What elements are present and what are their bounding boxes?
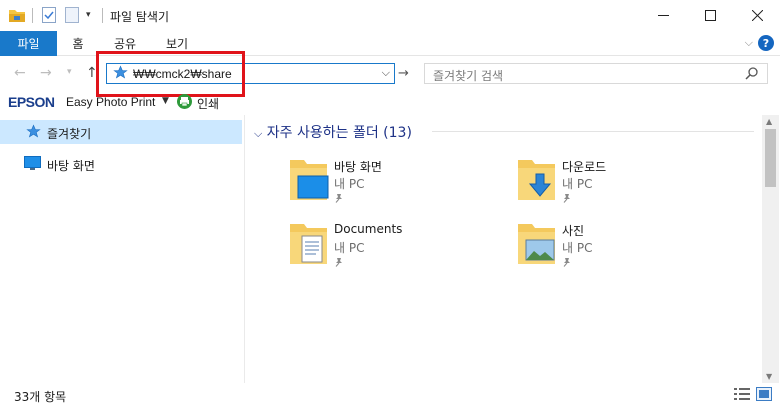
file-explorer-folder-icon [8,7,26,26]
close-icon [751,10,763,21]
close-button[interactable] [734,0,780,31]
recent-locations-dropdown-icon[interactable]: ▾ [67,67,72,77]
folder-tile-pictures[interactable]: 사진 내 PC [516,220,716,278]
epson-toolbar: EPSON Easy Photo Print ▼ 인쇄 [0,90,780,115]
back-arrow-icon[interactable]: ← [14,65,26,81]
folder-name: 다운로드 [562,160,607,174]
search-icon[interactable] [745,66,759,83]
go-arrow-icon[interactable]: → [398,66,409,81]
title-bar: ▾ 파일 탐색기 [0,0,780,31]
item-count: 33개 항목 [14,390,67,404]
epson-app-button[interactable]: Easy Photo Print [66,95,155,109]
downloads-folder-icon [516,156,558,206]
content-area: ⌵ 자주 사용하는 폴더 (13) 바탕 화면 내 PC 다운로드 내 PC D… [246,115,762,383]
printer-icon[interactable] [177,94,192,109]
expand-ribbon-chevron-icon[interactable]: ⌵ [745,36,753,50]
chevron-down-icon: ⌵ [254,127,263,140]
maximize-button[interactable] [687,0,733,31]
folder-location: 내 PC [334,177,365,191]
tab-home[interactable]: 홈 [62,31,94,56]
large-icons-view-icon[interactable] [756,387,772,404]
group-title: 자주 사용하는 폴더 (13) [266,125,412,141]
divider [102,8,103,23]
search-placeholder[interactable]: 즐겨찾기 검색 [433,67,503,84]
documents-folder-icon [288,220,330,270]
print-button[interactable]: 인쇄 [197,95,219,112]
desktop-folder-icon [288,156,330,206]
folder-location: 내 PC [334,241,365,255]
address-dropdown-icon[interactable]: ⌵ [382,66,390,80]
forward-arrow-icon[interactable]: → [40,65,52,81]
tab-file[interactable]: 파일 [0,31,57,56]
folder-location: 내 PC [562,241,593,255]
navigation-pane: 즐겨찾기 바탕 화면 [0,115,245,383]
scroll-up-icon[interactable]: ▲ [766,117,772,126]
scroll-down-icon[interactable]: ▼ [766,372,772,381]
epson-logo: EPSON [8,94,55,110]
folder-tile-desktop[interactable]: 바탕 화면 내 PC [288,156,488,214]
folder-name: 사진 [562,224,585,238]
folder-tile-documents[interactable]: Documents 내 PC [288,220,488,278]
new-folder-icon[interactable] [65,7,79,26]
pin-icon [334,256,344,270]
star-icon [26,124,41,142]
group-divider [432,131,754,132]
nav-item-label: 즐겨찾기 [47,127,92,141]
nav-item-label: 바탕 화면 [47,159,95,173]
details-view-icon[interactable] [734,387,750,404]
minimize-icon [657,15,669,16]
pin-icon [562,256,572,270]
status-bar: 33개 항목 [0,383,780,406]
search-box[interactable]: 즐겨찾기 검색 [424,63,768,84]
pin-icon [334,192,344,206]
divider [32,8,33,23]
vertical-scrollbar[interactable]: ▲ ▼ [762,115,779,383]
nav-item-desktop[interactable]: 바탕 화면 [0,152,242,176]
minimize-button[interactable] [640,0,686,31]
help-icon[interactable]: ? [758,35,774,51]
scrollbar-thumb[interactable] [765,129,776,187]
properties-icon[interactable] [42,7,56,26]
pin-icon [562,192,572,206]
folder-name: Documents [334,222,403,236]
folder-name: 바탕 화면 [334,160,382,174]
maximize-icon [704,10,716,21]
desktop-icon [24,156,41,173]
pictures-folder-icon [516,220,558,270]
folder-tile-downloads[interactable]: 다운로드 내 PC [516,156,716,214]
nav-item-quick-access[interactable]: 즐겨찾기 [0,120,242,144]
window-title: 파일 탐색기 [110,10,170,24]
group-header[interactable]: ⌵ 자주 사용하는 폴더 (13) [254,122,412,142]
epson-dropdown-icon[interactable]: ▼ [162,96,169,106]
folder-location: 내 PC [562,177,593,191]
customize-quick-access-dropdown-icon[interactable]: ▾ [86,10,91,20]
